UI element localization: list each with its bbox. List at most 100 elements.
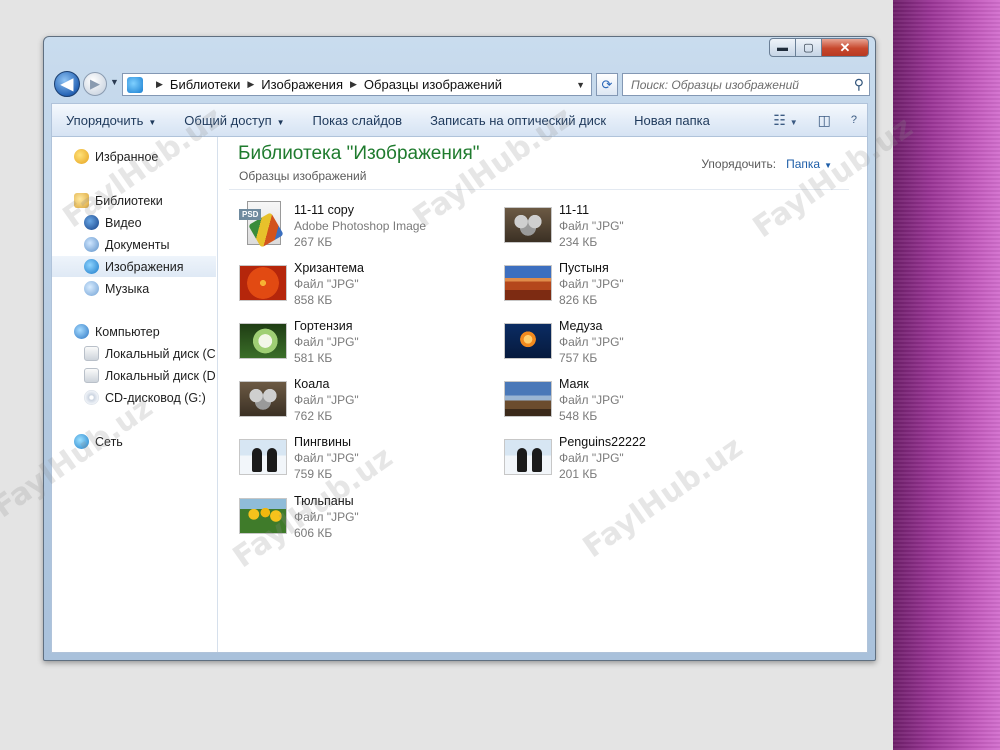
maximize-button[interactable]: ▢ xyxy=(796,38,822,57)
lighthouse-thumbnail xyxy=(504,381,552,417)
penguins-thumbnail xyxy=(239,439,287,475)
sidebar-item-images[interactable]: Изображения xyxy=(52,256,216,277)
breadcrumb-chevron-icon[interactable]: ▶ xyxy=(247,79,254,90)
file-size: 762 КБ xyxy=(294,409,333,423)
sidebar-item-disk-d[interactable]: Локальный диск (D xyxy=(52,365,216,386)
computer-icon xyxy=(74,324,89,339)
breadcrumb-chevron-icon[interactable]: ▶ xyxy=(156,79,163,90)
images-library-icon xyxy=(84,259,99,274)
file-name: Гортензия xyxy=(294,319,353,333)
hard-disk-icon xyxy=(84,368,99,383)
sidebar-item-favorites[interactable]: Избранное xyxy=(52,146,216,167)
breadcrumb-sample-images[interactable]: Образцы изображений xyxy=(364,77,502,92)
title-bar: ▬ ▢ ✕ xyxy=(44,37,875,65)
file-name: Медуза xyxy=(559,319,603,333)
explorer-window: ▬ ▢ ✕ ◀ ▶ ▼ ▶ Библиотеки ▶ Изображения ▶… xyxy=(43,36,876,661)
view-controls: ☷ ▼ ◫ ? xyxy=(763,112,867,129)
file-name: Пустыня xyxy=(559,261,609,275)
libraries-icon xyxy=(127,76,143,93)
file-name: Тюльпаны xyxy=(294,494,354,508)
address-bar[interactable]: ▶ Библиотеки ▶ Изображения ▶ Образцы изо… xyxy=(122,73,592,96)
sidebar-item-label: Избранное xyxy=(95,149,159,164)
file-item[interactable]: Пустыня Файл "JPG" 826 КБ xyxy=(504,261,744,315)
file-size: 858 КБ xyxy=(294,293,333,307)
file-name: Коала xyxy=(294,377,330,391)
breadcrumb-images[interactable]: Изображения xyxy=(261,77,343,92)
back-button[interactable]: ◀ xyxy=(54,71,80,97)
sidebar-item-computer[interactable]: Компьютер xyxy=(52,321,216,342)
burn-disc-button[interactable]: Записать на оптический диск xyxy=(416,113,620,128)
file-size: 581 КБ xyxy=(294,351,333,365)
file-item[interactable]: Пингвины Файл "JPG" 759 КБ xyxy=(239,435,479,489)
address-dropdown-icon[interactable]: ▼ xyxy=(576,80,585,90)
file-type: Файл "JPG" xyxy=(294,335,359,349)
file-item[interactable]: Коала Файл "JPG" 762 КБ xyxy=(239,377,479,431)
file-size: 759 КБ xyxy=(294,467,333,481)
file-type: Файл "JPG" xyxy=(559,451,624,465)
library-title: Библиотека "Изображения" xyxy=(238,143,480,164)
documents-library-icon xyxy=(84,237,99,252)
arrange-by-control[interactable]: Упорядочить: Папка ▼ xyxy=(701,157,832,171)
side-decoration-band xyxy=(893,0,1000,750)
sidebar-item-label: Видео xyxy=(105,215,142,230)
file-item[interactable]: Гортензия Файл "JPG" 581 КБ xyxy=(239,319,479,373)
arrange-value[interactable]: Папка xyxy=(786,157,820,171)
penguins-thumbnail xyxy=(504,439,552,475)
file-type: Adobe Photoshop Image xyxy=(294,219,427,233)
arrange-label: Упорядочить: xyxy=(701,157,777,171)
sidebar-item-label: Изображения xyxy=(105,259,184,274)
refresh-button[interactable]: ⟳ xyxy=(596,73,618,96)
preview-pane-icon[interactable]: ◫ xyxy=(808,112,841,129)
library-icon xyxy=(74,193,89,208)
file-name: Хризантема xyxy=(294,261,364,275)
sidebar-item-label: Музыка xyxy=(105,281,150,296)
sidebar-item-documents[interactable]: Документы xyxy=(52,234,216,255)
file-name: Маяк xyxy=(559,377,589,391)
library-subtitle: Образцы изображений xyxy=(239,169,367,183)
help-button[interactable]: ? xyxy=(841,114,867,126)
file-type: Файл "JPG" xyxy=(559,335,624,349)
chevron-down-icon: ▼ xyxy=(824,161,832,170)
sidebar-item-network[interactable]: Сеть xyxy=(52,431,216,452)
sidebar-item-libraries[interactable]: Библиотеки xyxy=(52,190,216,211)
file-type: Файл "JPG" xyxy=(294,510,359,524)
network-icon xyxy=(74,434,89,449)
file-item[interactable]: Медуза Файл "JPG" 757 КБ xyxy=(504,319,744,373)
sidebar-item-label: CD-дисковод (G:) xyxy=(105,390,206,405)
content-area: Избранное Библиотеки Видео Документы Изо… xyxy=(51,137,868,653)
file-type: Файл "JPG" xyxy=(559,393,624,407)
slideshow-button[interactable]: Показ слайдов xyxy=(299,113,417,128)
file-size: 201 КБ xyxy=(559,467,598,481)
new-folder-button[interactable]: Новая папка xyxy=(620,113,724,128)
search-icon[interactable]: ⚲ xyxy=(854,76,864,93)
file-list-pane: Библиотека "Изображения" Образцы изображ… xyxy=(219,137,867,652)
sidebar-item-label: Компьютер xyxy=(95,324,160,339)
organize-button[interactable]: Упорядочить ▼ xyxy=(52,113,170,128)
sidebar-item-disk-c[interactable]: Локальный диск (C xyxy=(52,343,216,364)
koala-thumbnail xyxy=(504,207,552,243)
view-options-icon[interactable]: ☷ ▼ xyxy=(763,112,807,129)
file-size: 606 КБ xyxy=(294,526,333,540)
file-item[interactable]: Penguins22222 Файл "JPG" 201 КБ xyxy=(504,435,744,489)
window-controls: ▬ ▢ ✕ xyxy=(769,38,869,57)
share-button[interactable]: Общий доступ ▼ xyxy=(170,113,298,128)
sidebar-item-cd-drive[interactable]: CD-дисковод (G:) xyxy=(52,387,216,408)
history-dropdown-icon[interactable]: ▼ xyxy=(110,77,119,87)
file-item[interactable]: PSD 11-11 copy Adobe Photoshop Image 267… xyxy=(239,201,479,257)
close-button[interactable]: ✕ xyxy=(822,38,869,57)
forward-button[interactable]: ▶ xyxy=(83,72,107,96)
jellyfish-thumbnail xyxy=(504,323,552,359)
file-item[interactable]: 11-11 Файл "JPG" 234 КБ xyxy=(504,203,744,257)
file-item[interactable]: Хризантема Файл "JPG" 858 КБ xyxy=(239,261,479,315)
file-name: 11-11 xyxy=(559,203,590,217)
sidebar-item-video[interactable]: Видео xyxy=(52,212,216,233)
minimize-button[interactable]: ▬ xyxy=(769,38,796,57)
file-item[interactable]: Маяк Файл "JPG" 548 КБ xyxy=(504,377,744,431)
navigation-pane: Избранное Библиотеки Видео Документы Изо… xyxy=(52,137,218,652)
search-input[interactable]: Поиск: Образцы изображений ⚲ xyxy=(622,73,870,96)
file-item[interactable]: Тюльпаны Файл "JPG" 606 КБ xyxy=(239,494,479,548)
sidebar-item-music[interactable]: Музыка xyxy=(52,278,216,299)
breadcrumb-chevron-icon[interactable]: ▶ xyxy=(350,79,357,90)
breadcrumb-libraries[interactable]: Библиотеки xyxy=(170,77,240,92)
hard-disk-icon xyxy=(84,346,99,361)
